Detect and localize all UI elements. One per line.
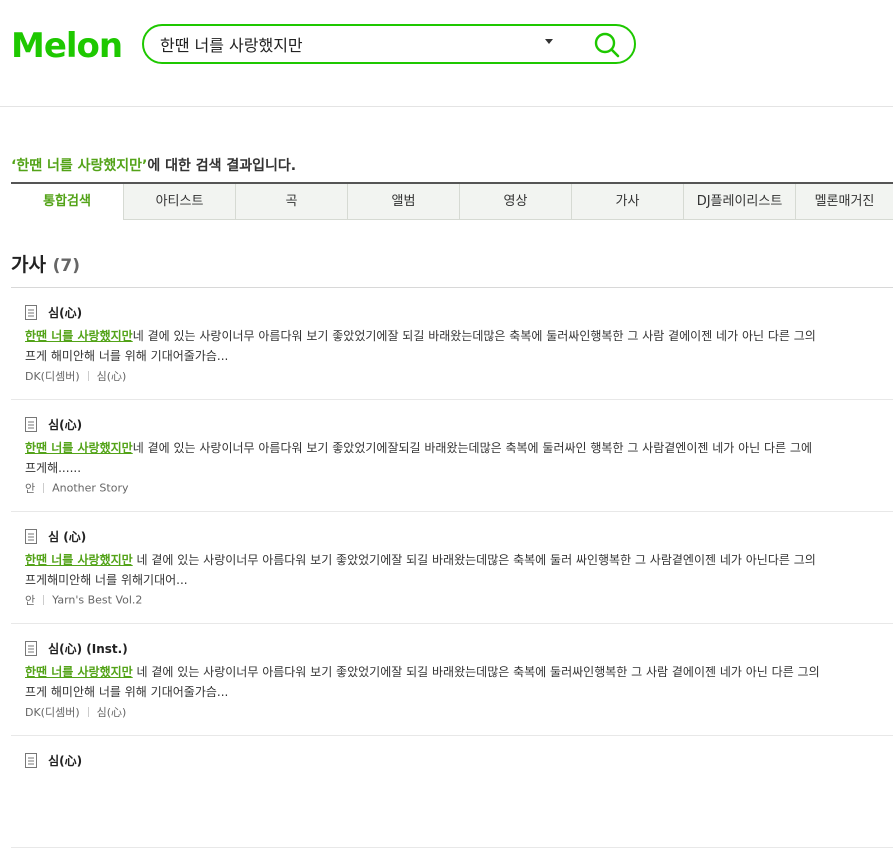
search-box [142,24,636,64]
item-meta: 안 Yarn's Best Vol.2 [25,592,142,608]
result-keyword: ‘한땐 너를 사랑했지만’ [11,158,148,174]
document-icon [25,305,37,320]
lyrics-line-1: 네 곁에 있는 사랑이너무 아름다워 보기 좋았었기에잘 되길 바래왔는데많은 … [132,665,820,679]
song-row: 심(心) [25,750,82,768]
list-item: 심(心) 한땐 너를 사랑했지만네 곁에 있는 사랑이너무 아름다워 보기 좋았… [11,400,893,512]
lyrics-highlight: 한땐 너를 사랑했지만 [25,441,133,455]
tab-artist[interactable]: 아티스트 [124,184,236,220]
song-row: 심 (心) [25,526,86,544]
section-title-text: 가사 [11,254,46,276]
dropdown-arrow-icon[interactable] [545,39,553,44]
list-item: 심(心) [11,736,893,848]
result-title: ‘한땐 너를 사랑했지만’에 대한 검색 결과입니다. [11,155,296,175]
album-link[interactable]: Yarn's Best Vol.2 [52,594,142,607]
section-title: 가사 (7) [11,250,80,277]
item-meta: DK(디셈버) 심(心) [25,704,126,720]
list-item: 심(心) 한땐 너를 사랑했지만네 곁에 있는 사랑이너무 아름다워 보기 좋았… [11,288,893,400]
song-row: 심(心) [25,414,82,432]
lyrics-line-2: 프게해미안해 너를 위해기대어... [25,573,188,587]
list-item: 심(心) (Inst.) 한땐 너를 사랑했지만 네 곁에 있는 사랑이너무 아… [11,624,893,736]
search-icon[interactable] [592,30,622,60]
meta-separator [87,371,89,381]
lyrics-line-2: 프게 해미안해 너를 위해 기대어줄가슴... [25,685,229,699]
meta-separator [43,483,45,493]
artist-link[interactable]: DK(디셈버) [25,370,80,383]
document-icon [25,417,37,432]
tab-integrated[interactable]: 통합검색 [11,184,124,220]
lyrics-snippet[interactable]: 한땐 너를 사랑했지만네 곁에 있는 사랑이너무 아름다워 보기 좋았었기에잘되… [25,438,893,478]
tab-video[interactable]: 영상 [460,184,572,220]
document-icon [25,753,37,768]
lyrics-highlight: 한땐 너를 사랑했지만 [25,665,133,679]
song-row: 심(心) (Inst.) [25,638,128,656]
meta-separator [43,595,45,605]
section-count: (7) [52,256,80,276]
lyrics-snippet[interactable]: 한땐 너를 사랑했지만네 곁에 있는 사랑이너무 아름다워 보기 좋았었기에잘 … [25,326,893,366]
lyrics-line-1: 네 곁에 있는 사랑이너무 아름다워 보기 좋았었기에잘 되길 바래왔는데많은 … [132,329,816,343]
song-title[interactable]: 심(心) [48,754,82,768]
lyrics-line-1: 네 곁에 있는 사랑이너무 아름다워 보기 좋았었기에잘 되길 바래왔는데많은 … [132,553,816,567]
song-title[interactable]: 심(心) [48,418,82,432]
item-meta: 안 Another Story [25,480,128,496]
tab-dj-playlist[interactable]: DJ플레이리스트 [684,184,796,220]
list-item: 심 (心) 한땐 너를 사랑했지만 네 곁에 있는 사랑이너무 아름다워 보기 … [11,512,893,624]
tab-lyrics[interactable]: 가사 [572,184,684,220]
lyrics-snippet[interactable]: 한땐 너를 사랑했지만 네 곁에 있는 사랑이너무 아름다워 보기 좋았었기에잘… [25,662,893,702]
artist-link[interactable]: DK(디셈버) [25,706,80,719]
lyrics-line-1: 네 곁에 있는 사랑이너무 아름다워 보기 좋았었기에잘되길 바래왔는데많은 축… [132,441,812,455]
lyrics-highlight: 한땐 너를 사랑했지만 [25,553,133,567]
lyrics-highlight: 한땐 너를 사랑했지만 [25,329,133,343]
tab-album[interactable]: 앨범 [348,184,460,220]
lyrics-snippet[interactable]: 한땐 너를 사랑했지만 네 곁에 있는 사랑이너무 아름다워 보기 좋았었기에잘… [25,550,893,590]
lyrics-line-2: 프게 해미안해 너를 위해 기대어줄가슴... [25,349,229,363]
lyrics-line-2: 프게해...... [25,461,82,475]
search-input[interactable] [160,26,530,62]
tab-song[interactable]: 곡 [236,184,348,220]
album-link[interactable]: 심(心) [97,370,127,383]
melon-logo[interactable]: Melon [11,24,123,68]
tab-magazine[interactable]: 멜론매거진 [796,184,893,220]
artist-link[interactable]: 안 [25,594,35,607]
song-title[interactable]: 심(心) [48,306,82,320]
document-icon [25,641,37,656]
song-row: 심(心) [25,302,82,320]
lyrics-result-list: 심(心) 한땐 너를 사랑했지만네 곁에 있는 사랑이너무 아름다워 보기 좋았… [11,288,893,848]
song-title[interactable]: 심 (心) [48,530,86,544]
song-title[interactable]: 심(心) (Inst.) [48,642,128,656]
document-icon [25,529,37,544]
item-meta: DK(디셈버) 심(心) [25,368,126,384]
meta-separator [87,707,89,717]
header: Melon [0,0,893,107]
search-tabs: 통합검색 아티스트 곡 앨범 영상 가사 DJ플레이리스트 멜론매거진 [11,182,893,222]
album-link[interactable]: 심(心) [97,706,127,719]
artist-link[interactable]: 안 [25,482,35,495]
album-link[interactable]: Another Story [52,482,128,495]
result-suffix: 에 대한 검색 결과입니다. [147,158,297,174]
